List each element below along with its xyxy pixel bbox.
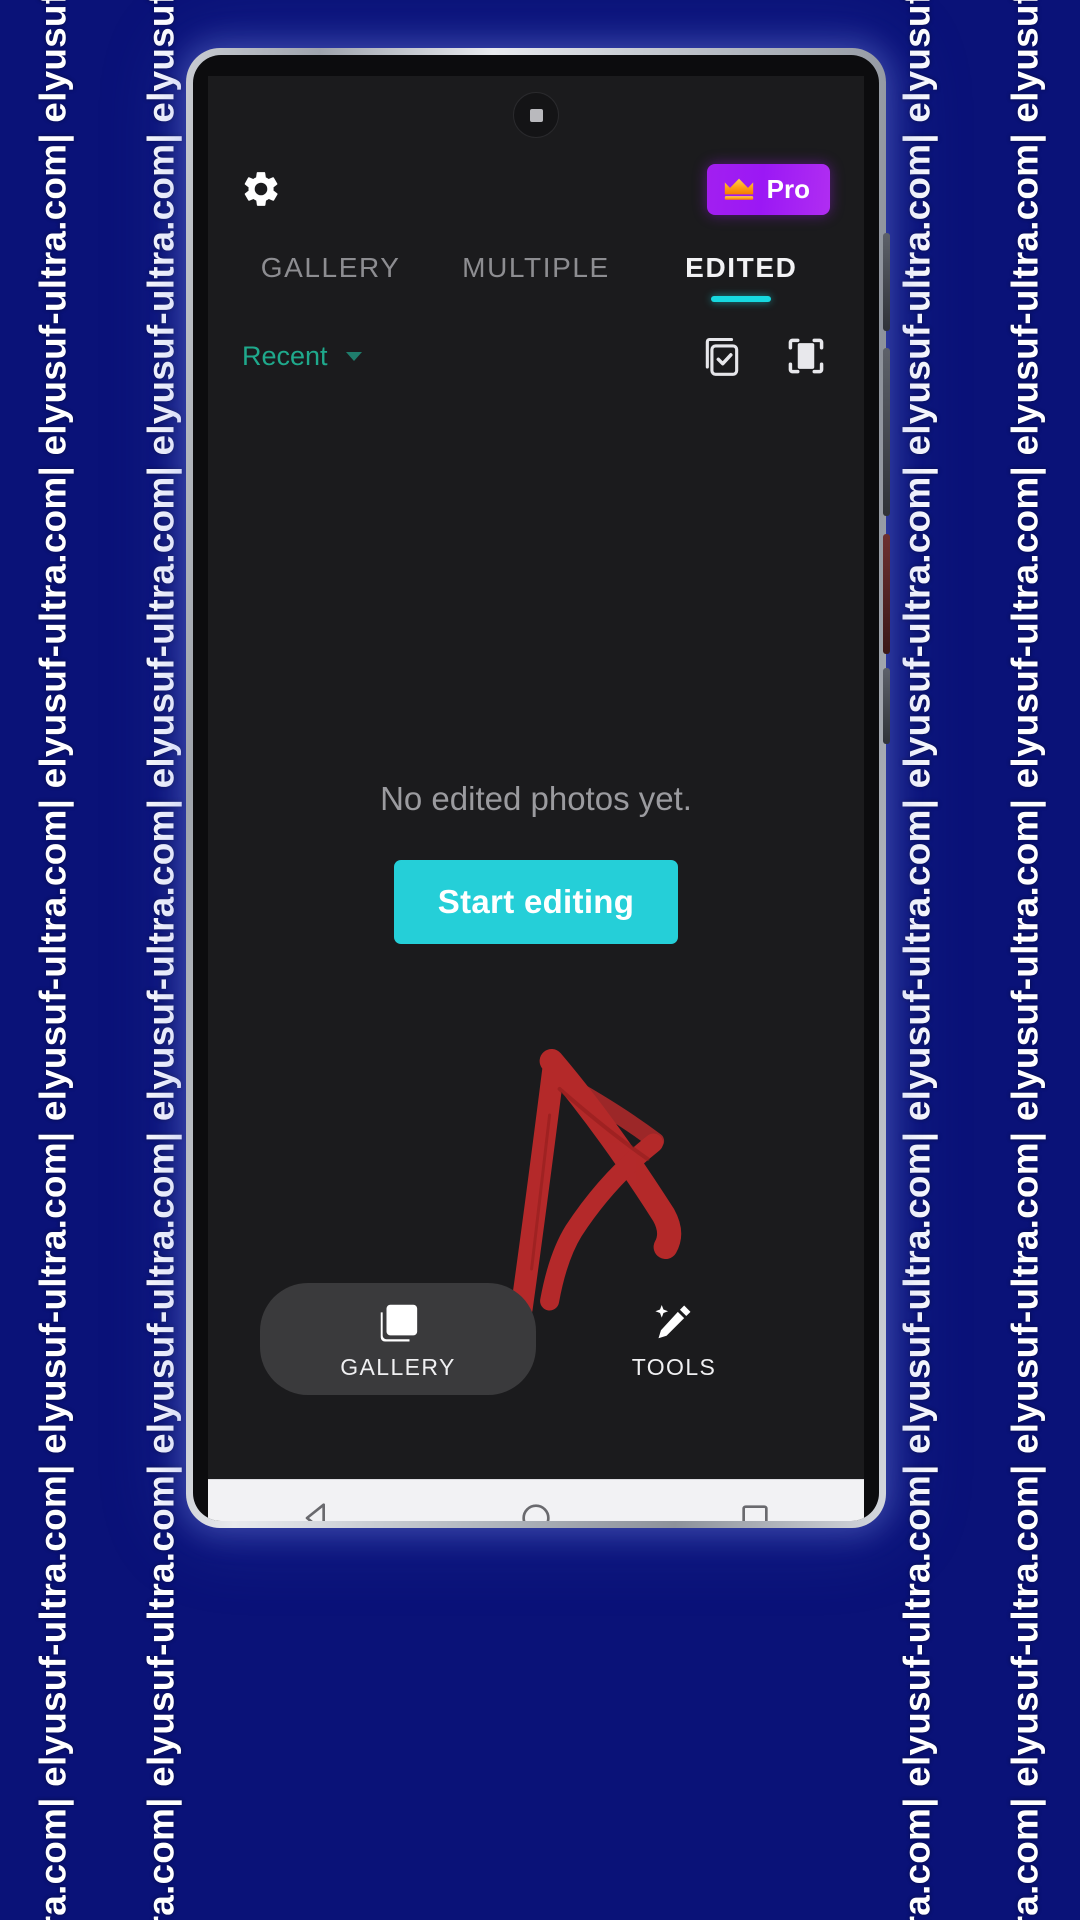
- watermark-text: elyusuf-ultra.com| elyusuf-ultra.com| el…: [1005, 0, 1046, 1920]
- nav-label: GALLERY: [340, 1354, 456, 1380]
- photo-library-icon: [380, 1304, 418, 1342]
- empty-state-message: No edited photos yet.: [380, 779, 692, 817]
- select-all-button[interactable]: [700, 334, 744, 378]
- screenshot-stage: elyusuf-ultra.com| elyusuf-ultra.com| el…: [0, 0, 1080, 1920]
- pro-upgrade-button[interactable]: Pro: [706, 163, 830, 215]
- tab-underline-active: [711, 296, 772, 302]
- settings-button[interactable]: [240, 168, 282, 210]
- phone-bezel: Pro GALLERY MULTIPLE EDITED Recent No ed…: [193, 55, 879, 1521]
- phone-device-frame: Pro GALLERY MULTIPLE EDITED Recent No ed…: [186, 48, 890, 1528]
- aspect-ratio-button[interactable]: [784, 334, 828, 378]
- watermark-left: elyusuf-ultra.com| elyusuf-ultra.com| el…: [0, 0, 108, 1920]
- camera-punch-hole: [513, 92, 559, 138]
- gear-icon: [244, 172, 278, 206]
- back-triangle-icon: [305, 1503, 326, 1521]
- hand-drawn-arrow-annotation: [510, 1049, 682, 1320]
- system-home-button[interactable]: [516, 1498, 556, 1521]
- app-header: Pro: [208, 150, 864, 228]
- home-circle-icon: [522, 1504, 550, 1521]
- bottom-navigation: GALLERY TOOLS: [208, 1283, 864, 1395]
- device-side-button-lower[interactable]: [883, 668, 890, 744]
- chevron-down-icon: [345, 351, 362, 361]
- tab-underline: [301, 296, 361, 302]
- tab-label: EDITED: [685, 252, 798, 283]
- filter-actions: [700, 334, 828, 378]
- device-volume-button[interactable]: [883, 348, 890, 516]
- android-system-nav: [208, 1479, 864, 1521]
- tab-gallery[interactable]: GALLERY: [228, 242, 433, 302]
- recents-square-icon: [741, 1505, 768, 1521]
- system-recents-button[interactable]: [735, 1498, 775, 1521]
- watermark-text: elyusuf-ultra.com| elyusuf-ultra.com| el…: [141, 0, 182, 1920]
- device-side-button[interactable]: [883, 233, 890, 331]
- sort-dropdown[interactable]: Recent: [242, 341, 362, 372]
- start-editing-button[interactable]: Start editing: [393, 859, 679, 944]
- pro-label: Pro: [766, 173, 810, 204]
- watermark-text: elyusuf-ultra.com| elyusuf-ultra.com| el…: [897, 0, 938, 1920]
- tab-bar: GALLERY MULTIPLE EDITED: [208, 228, 864, 302]
- app-screen: Pro GALLERY MULTIPLE EDITED Recent No ed…: [208, 76, 864, 1479]
- nav-item-gallery[interactable]: GALLERY: [260, 1283, 536, 1395]
- crown-icon: [724, 178, 753, 200]
- tab-underline: [506, 296, 566, 302]
- sort-label: Recent: [242, 340, 328, 371]
- tab-label: GALLERY: [260, 252, 401, 283]
- device-power-button[interactable]: [883, 534, 890, 654]
- select-all-icon: [705, 337, 739, 376]
- watermark-text: elyusuf-ultra.com| elyusuf-ultra.com| el…: [33, 0, 74, 1920]
- filter-bar: Recent: [208, 328, 864, 384]
- system-back-button[interactable]: [297, 1498, 337, 1521]
- tab-edited[interactable]: EDITED: [639, 242, 844, 302]
- nav-label: TOOLS: [631, 1354, 717, 1380]
- magic-wand-icon: [655, 1304, 691, 1339]
- nav-item-tools[interactable]: TOOLS: [536, 1283, 812, 1395]
- aspect-ratio-icon: [788, 338, 824, 374]
- watermark-right: elyusuf-ultra.com| elyusuf-ultra.com| el…: [972, 0, 1080, 1920]
- tab-label: MULTIPLE: [462, 252, 610, 283]
- tab-multiple[interactable]: MULTIPLE: [433, 242, 638, 302]
